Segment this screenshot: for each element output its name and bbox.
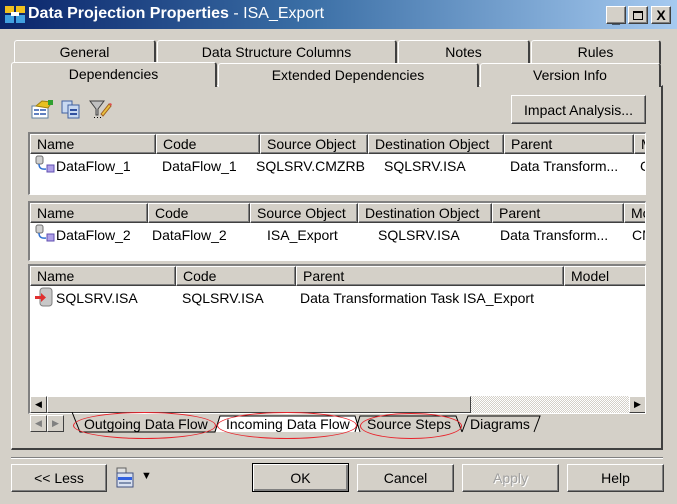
properties-icon[interactable]: [30, 98, 54, 120]
cell-name: SQLSRV.ISA: [56, 290, 138, 306]
properties-icon: [5, 6, 25, 23]
column-header-parent[interactable]: Parent: [296, 266, 564, 286]
horizontal-scrollbar[interactable]: ◀ ▶: [30, 396, 645, 413]
dataflow-icon: [35, 224, 55, 242]
scroll-track[interactable]: [471, 396, 629, 413]
maximize-button[interactable]: [628, 6, 648, 24]
cell-source-object: SQLSRV.CMZRB: [256, 158, 365, 174]
column-header-destination-object[interactable]: Destination Object: [368, 134, 504, 154]
cell-parent: Data Transform...: [500, 227, 609, 243]
title-bar: Data Projection Properties - ISA_Export …: [0, 0, 677, 29]
source-steps-list[interactable]: Name Code Parent Model SQLSRV.ISA SQLSRV…: [28, 264, 646, 414]
separator: [11, 457, 663, 459]
column-header-model[interactable]: Model: [564, 266, 645, 286]
window-title: Data Projection Properties - ISA_Export: [28, 5, 325, 22]
close-button[interactable]: X: [651, 6, 671, 24]
column-header-source-object[interactable]: Source Object: [260, 134, 368, 154]
tab-rules[interactable]: Rules: [531, 40, 661, 64]
tab-scroll-left-button[interactable]: ◀: [30, 415, 47, 432]
minimize-icon: _: [612, 10, 620, 26]
cell-name: DataFlow_2: [56, 227, 131, 243]
cell-name: DataFlow_1: [56, 158, 131, 174]
column-header-name[interactable]: Name: [30, 134, 156, 154]
cell-code: SQLSRV.ISA: [182, 290, 264, 306]
incoming-data-flow-list[interactable]: Name Code Source Object Destination Obje…: [28, 201, 646, 261]
column-header-source-object[interactable]: Source Object: [250, 203, 358, 223]
cell-model: CM: [632, 227, 645, 243]
cell-source-object: ISA_Export: [267, 227, 338, 243]
copy-icon[interactable]: [59, 98, 83, 120]
column-header-model[interactable]: Mo: [624, 203, 645, 223]
close-icon: X: [656, 7, 666, 23]
column-header-name[interactable]: Name: [30, 203, 148, 223]
tab-notes[interactable]: Notes: [398, 40, 530, 64]
tab-version-info[interactable]: Version Info: [480, 63, 661, 87]
list-view-icon: [116, 467, 134, 488]
tab-outgoing-data-flow[interactable]: Outgoing Data Flow: [84, 414, 208, 435]
arrow-left-icon: ◀: [35, 418, 42, 428]
view-menu-button[interactable]: ▼: [114, 466, 158, 490]
tab-diagrams[interactable]: Diagrams: [470, 414, 530, 435]
column-header-code[interactable]: Code: [148, 203, 250, 223]
tab-scroll-right-button[interactable]: ▶: [47, 415, 64, 432]
cell-code: DataFlow_2: [152, 227, 227, 243]
maximize-icon: [633, 10, 643, 20]
scroll-right-button[interactable]: ▶: [629, 396, 645, 413]
chevron-down-icon: ▼: [141, 470, 152, 482]
help-button[interactable]: Help: [567, 464, 664, 492]
filter-icon[interactable]: [88, 98, 112, 120]
list-header: Name Code Source Object Destination Obje…: [30, 203, 645, 223]
minimize-button[interactable]: _: [606, 6, 626, 26]
tab-dependencies[interactable]: Dependencies: [11, 62, 217, 87]
apply-button[interactable]: Apply: [462, 464, 559, 492]
arrow-left-icon: ◀: [35, 399, 42, 409]
tab-general[interactable]: General: [14, 40, 156, 64]
cell-parent: Data Transform...: [510, 158, 619, 174]
cell-destination-object: SQLSRV.ISA: [378, 227, 460, 243]
tab-incoming-data-flow[interactable]: Incoming Data Flow: [226, 414, 350, 435]
arrow-right-icon: ▶: [634, 399, 641, 409]
tab-extended-dependencies[interactable]: Extended Dependencies: [218, 63, 479, 87]
column-header-code[interactable]: Code: [176, 266, 296, 286]
cancel-button[interactable]: Cancel: [357, 464, 454, 492]
dataflow-icon: [35, 155, 55, 173]
column-header-destination-object[interactable]: Destination Object: [358, 203, 492, 223]
ok-button[interactable]: OK: [252, 463, 349, 492]
column-header-model[interactable]: M: [634, 134, 645, 154]
list-header: Name Code Parent Model: [30, 266, 645, 286]
cell-parent: Data Transformation Task ISA_Export: [300, 290, 534, 306]
cell-model: C: [640, 157, 645, 175]
tab-source-steps[interactable]: Source Steps: [367, 414, 451, 435]
list-header: Name Code Source Object Destination Obje…: [30, 134, 645, 154]
tab-data-structure-columns[interactable]: Data Structure Columns: [157, 40, 397, 64]
cell-destination-object: SQLSRV.ISA: [384, 158, 466, 174]
scroll-left-button[interactable]: ◀: [30, 396, 47, 413]
scroll-thumb[interactable]: [47, 396, 471, 413]
column-header-name[interactable]: Name: [30, 266, 176, 286]
column-header-code[interactable]: Code: [156, 134, 260, 154]
arrow-right-icon: ▶: [52, 418, 59, 428]
column-header-parent[interactable]: Parent: [504, 134, 634, 154]
impact-analysis-button[interactable]: Impact Analysis...: [511, 95, 646, 124]
outgoing-data-flow-list[interactable]: Name Code Source Object Destination Obje…: [28, 132, 646, 195]
source-step-icon: [35, 287, 53, 307]
cell-code: DataFlow_1: [162, 158, 237, 174]
less-button[interactable]: << Less: [11, 464, 107, 492]
column-header-parent[interactable]: Parent: [492, 203, 624, 223]
